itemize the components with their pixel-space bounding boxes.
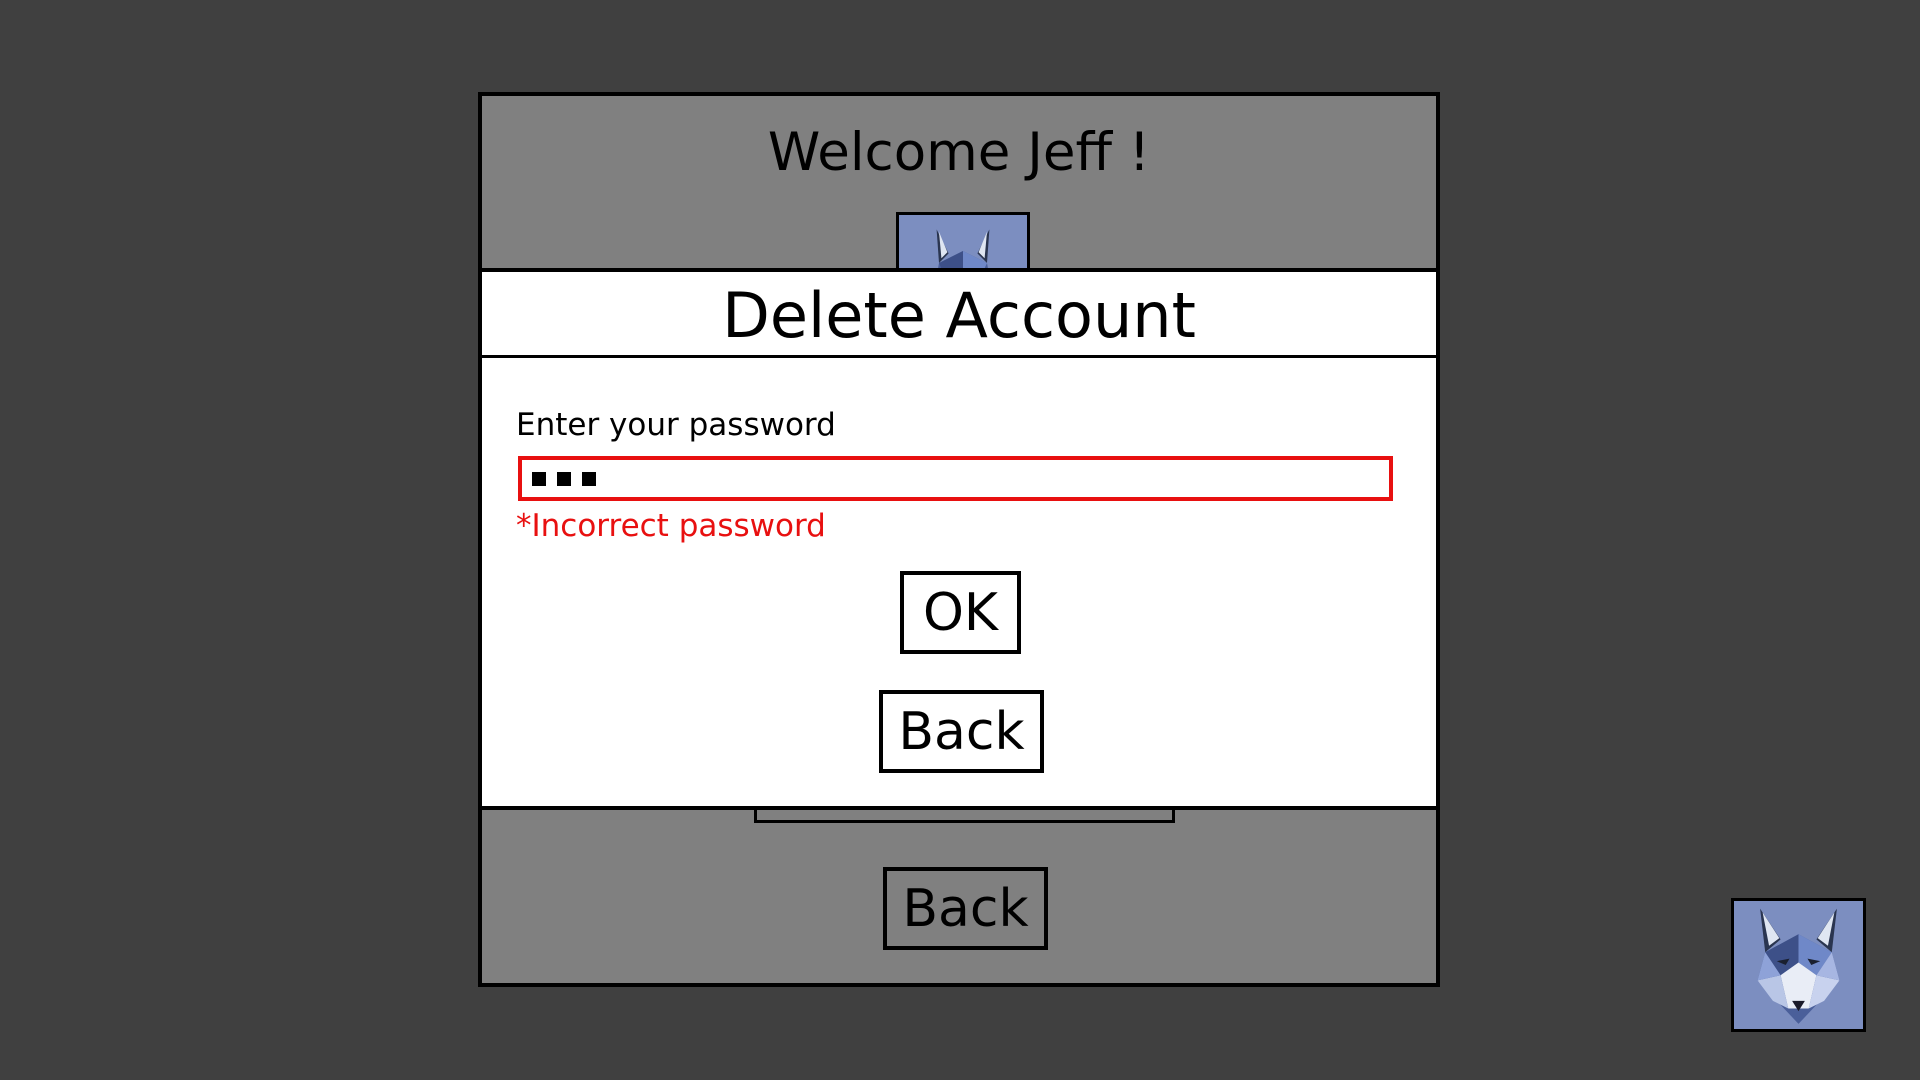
corner-user-avatar[interactable] [1731,898,1866,1032]
dialog-header: Delete Account [482,272,1436,358]
password-label: Enter your password [516,407,836,443]
ok-button[interactable]: OK [900,571,1021,654]
password-mask-dot [582,471,596,486]
password-mask [532,471,596,486]
wolf-avatar-icon [1734,901,1863,1029]
welcome-title: Welcome Jeff ! [767,122,1151,183]
dialog-back-button[interactable]: Back [879,690,1044,773]
password-error-message: *Incorrect password [516,508,826,544]
password-input[interactable] [518,456,1393,501]
delete-account-dialog: Delete Account Enter your password *Inco… [482,268,1436,810]
password-mask-dot [557,471,571,486]
password-mask-dot [532,471,546,486]
dialog-title: Delete Account [722,278,1196,352]
panel-back-button[interactable]: Back [883,867,1048,950]
